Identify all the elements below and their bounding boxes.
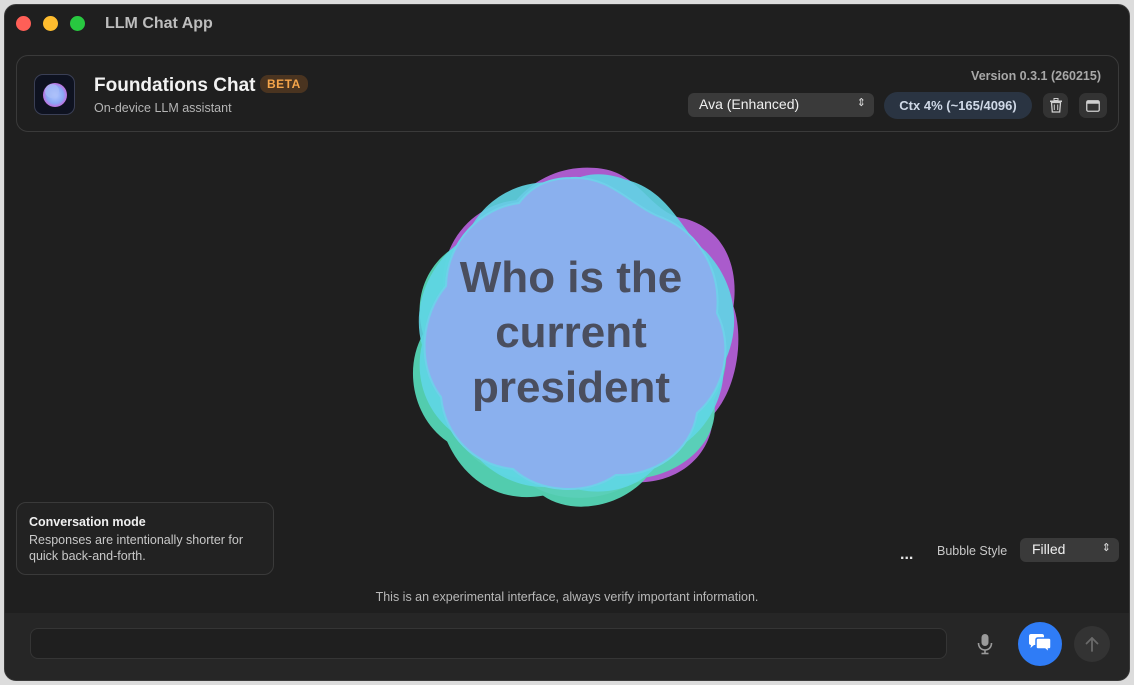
version-label: Version 0.3.1 (260215)	[971, 69, 1101, 83]
conversation-mode-button[interactable]	[1018, 622, 1062, 666]
arrow-up-icon	[1085, 637, 1099, 652]
beta-badge: BETA	[260, 75, 308, 93]
app-logo-icon	[34, 74, 75, 115]
clear-chat-button[interactable]	[1043, 93, 1068, 118]
bubble-line: Who is the	[459, 253, 683, 302]
conversation-mode-title: Conversation mode	[29, 515, 146, 529]
sidebar-toggle-button[interactable]	[1079, 93, 1107, 118]
bubble-style-value: Filled	[1032, 541, 1066, 557]
conversation-mode-card: Conversation mode Responses are intentio…	[16, 502, 274, 575]
composer-bar	[5, 613, 1129, 680]
bubble-line: president	[471, 363, 671, 412]
bubble-line: current	[495, 308, 647, 357]
microphone-button[interactable]	[975, 631, 995, 657]
app-subtitle: On-device LLM assistant	[94, 101, 232, 115]
close-window-button[interactable]	[16, 16, 31, 31]
sidebar-toggle-icon	[1086, 99, 1100, 112]
minimize-window-button[interactable]	[43, 16, 58, 31]
trash-icon	[1049, 98, 1062, 113]
speech-bubble: Who is the current president	[391, 155, 751, 515]
titlebar: LLM Chat App	[5, 5, 1129, 45]
bubble-style-label: Bubble Style	[937, 544, 1008, 558]
voice-select[interactable]: Ava (Enhanced) ⇕	[688, 93, 874, 117]
conversation-mode-description: Responses are intentionally shorter for …	[29, 533, 244, 563]
chevron-updown-icon: ⇕	[856, 97, 866, 109]
more-options-button[interactable]: ...	[900, 546, 913, 564]
app-name: Foundations Chat	[94, 75, 256, 96]
send-button[interactable]	[1074, 626, 1110, 662]
chat-bubbles-icon	[1029, 634, 1052, 655]
window-title: LLM Chat App	[105, 15, 213, 32]
context-usage-pill: Ctx 4% (~165/4096)	[884, 92, 1032, 119]
header-card: Foundations Chat BETA On-device LLM assi…	[16, 55, 1119, 132]
voice-select-value: Ava (Enhanced)	[699, 96, 800, 112]
microphone-icon	[977, 634, 993, 655]
maximize-window-button[interactable]	[70, 16, 85, 31]
app-window: LLM Chat App Foundations Chat BETA On-de…	[4, 4, 1130, 681]
chevron-updown-icon: ⇕	[1101, 542, 1111, 554]
bubble-text: Who is the current president	[391, 250, 751, 415]
bubble-style-select[interactable]: Filled ⇕	[1020, 538, 1119, 562]
disclaimer-text: This is an experimental interface, alway…	[375, 590, 759, 604]
message-input[interactable]	[30, 628, 947, 659]
